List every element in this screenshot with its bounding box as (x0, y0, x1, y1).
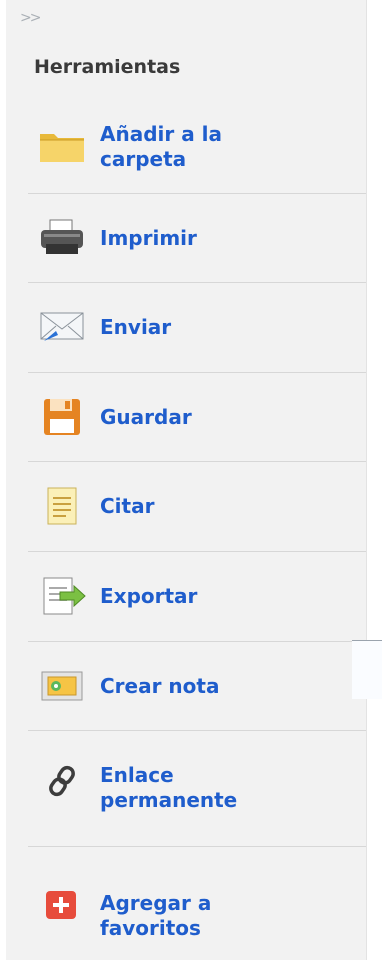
export-icon (38, 576, 86, 616)
printer-icon (38, 218, 86, 258)
tool-permalink[interactable]: Enlace permanente (28, 731, 366, 847)
tool-label: Añadir a la carpeta (100, 122, 223, 171)
tool-cite[interactable]: Citar (28, 462, 366, 552)
tools-sidebar: >> Herramientas Añadir a la carpeta Impr… (6, 0, 367, 960)
tool-label: Enlace permanente (100, 763, 238, 812)
cite-icon (38, 486, 86, 526)
folder-icon (38, 126, 86, 166)
email-icon (38, 307, 86, 347)
tool-send[interactable]: Enviar (28, 283, 366, 373)
tool-label: Guardar (100, 405, 192, 429)
note-icon (38, 666, 86, 706)
tools-heading: Herramientas (34, 56, 181, 78)
tool-print[interactable]: Imprimir (28, 194, 366, 283)
tool-add-favorites[interactable]: Agregar a favoritos (28, 847, 366, 957)
tool-create-note[interactable]: Crear nota (28, 642, 366, 731)
tool-export[interactable]: Exportar (28, 552, 366, 642)
collapse-icon[interactable]: >> (20, 10, 42, 26)
add-favorite-icon (38, 887, 86, 927)
tool-label: Exportar (100, 584, 198, 608)
tool-save[interactable]: Guardar (28, 373, 366, 462)
background-panel-edge (352, 640, 382, 699)
tool-label: Enviar (100, 315, 172, 339)
tool-add-to-folder[interactable]: Añadir a la carpeta (28, 102, 366, 194)
link-icon (38, 761, 86, 801)
save-icon (38, 397, 86, 437)
tool-label: Citar (100, 494, 155, 518)
tool-label: Imprimir (100, 226, 197, 250)
tools-list: Añadir a la carpeta Imprimir Enviar Guar… (28, 102, 366, 957)
tool-label: Agregar a favoritos (100, 891, 212, 940)
tool-label: Crear nota (100, 674, 220, 698)
